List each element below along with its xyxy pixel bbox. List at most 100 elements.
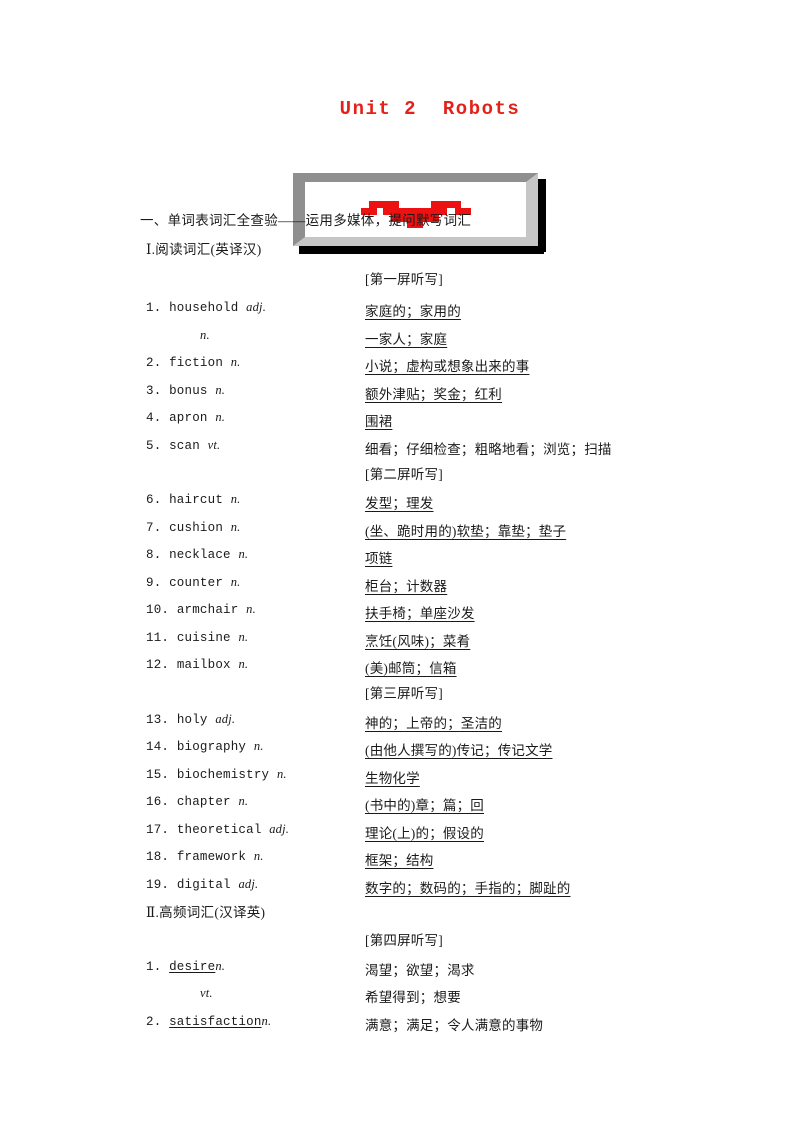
entry-word: necklace: [169, 548, 231, 562]
entry-word: haircut: [169, 493, 224, 507]
entry-meaning: (由他人撰写的)传记；传记文学: [365, 743, 553, 758]
entry-number: 9.: [146, 576, 170, 590]
entry-word: counter: [169, 576, 224, 590]
screen-label-4: [第四屏听写]: [365, 933, 443, 948]
entry-meaning: 围裙: [365, 414, 393, 429]
entry-part-of-speech: n.: [238, 547, 249, 561]
entry-part-of-speech: n.: [200, 328, 210, 342]
entry-word: digital: [176, 878, 231, 892]
entry-number: 11.: [146, 631, 177, 645]
document-page: Unit 2 Robots 一、单词表词汇全查验——运用多媒体，提问默写词汇 Ⅰ…: [0, 0, 800, 1132]
entry-meaning: 生物化学: [365, 771, 420, 786]
entry-part-of-speech: n.: [238, 630, 249, 644]
entry-number: 6.: [146, 493, 170, 507]
entry-number: 19.: [146, 878, 177, 892]
entry-part-of-speech: n.: [246, 602, 256, 616]
entry-meaning: 扶手椅；单座沙发: [365, 606, 475, 621]
entry-part-of-speech: adj.: [238, 877, 259, 891]
entry-part-of-speech: n.: [230, 575, 241, 589]
vocabulary-entry-row: 3. bonus n. 额外津贴；奖金；红利: [0, 383, 800, 403]
vocabulary-entry-row: 11. cuisine n. 烹饪(风味)；菜肴: [0, 630, 800, 650]
vocabulary-entry-row: 1. desiren. 渴望；欲望；渴求: [0, 959, 800, 979]
entry-word: fiction: [169, 356, 224, 370]
entry-word: satisfaction: [169, 1015, 262, 1029]
entry-number: 7.: [146, 521, 170, 535]
entry-number: 5.: [146, 439, 170, 453]
entry-part-of-speech: n.: [230, 355, 241, 369]
entry-word: cushion: [169, 521, 224, 535]
entry-part-of-speech: n.: [253, 739, 264, 753]
entry-part-of-speech: adj.: [246, 300, 267, 314]
entry-number: 2.: [146, 1015, 170, 1029]
entry-word: chapter: [176, 795, 231, 809]
entry-term: 13. holy adj.: [146, 712, 235, 727]
vocabulary-entry-row: 9. counter n. 柜台；计数器: [0, 575, 800, 595]
entry-number: 1.: [146, 960, 170, 974]
vocabulary-entry-row: 16. chapter n. (书中的)章；篇；回: [0, 794, 800, 814]
entry-part-of-speech: adj.: [215, 712, 236, 726]
vocabulary-entry-row: 2. fiction n. 小说；虚构或想象出来的事: [0, 355, 800, 375]
entry-meaning: 渴望；欲望；渴求: [365, 963, 475, 978]
entry-meaning: 理论(上)的；假设的: [365, 826, 484, 841]
entry-term: 18. framework n.: [146, 849, 264, 864]
entry-term: 1. desiren.: [146, 959, 225, 974]
vocabulary-entry-row: 10. armchair n. 扶手椅；单座沙发: [0, 602, 800, 622]
entry-meaning: (书中的)章；篇；回: [365, 798, 484, 813]
entry-meaning: 数字的；数码的；手指的；脚趾的: [365, 881, 571, 896]
entry-meaning: 一家人；家庭: [365, 332, 448, 347]
entry-number: 14.: [146, 740, 177, 754]
entry-part-of-speech: n.: [238, 657, 249, 671]
vocabulary-entry-row: 13. holy adj. 神的；上帝的；圣洁的: [0, 712, 800, 732]
entry-part-of-speech: n.: [276, 767, 287, 781]
entry-number: 13.: [146, 713, 177, 727]
entry-number: 12.: [146, 658, 177, 672]
vocabulary-entry-row: 5. scan vt. 细看；仔细检查；粗略地看；浏览；扫描: [0, 438, 800, 458]
entry-term: vt.: [200, 986, 213, 1001]
entry-number: 2.: [146, 356, 170, 370]
entry-term: 1. household adj.: [146, 300, 266, 315]
vocabulary-entry-row: vt. 希望得到；想要: [0, 986, 800, 1006]
vocabulary-entry-row: 1. household adj. 家庭的；家用的: [0, 300, 800, 320]
entry-term: 8. necklace n.: [146, 547, 248, 562]
vocabulary-entry-row: 7. cushion n. (坐、跪时用的)软垫；靠垫；垫子: [0, 520, 800, 540]
entry-part-of-speech: n.: [261, 1014, 272, 1028]
entry-meaning: 烹饪(风味)；菜肴: [365, 634, 471, 649]
entry-part-of-speech: n.: [215, 383, 226, 397]
entry-term: 2. fiction n.: [146, 355, 241, 370]
entry-term: 16. chapter n.: [146, 794, 248, 809]
entry-meaning: (坐、跪时用的)软垫；靠垫；垫子: [365, 524, 567, 539]
entry-number: 3.: [146, 384, 170, 398]
entry-meaning: 柜台；计数器: [365, 579, 448, 594]
entry-word: desire: [169, 960, 216, 974]
entry-term: 4. apron n.: [146, 410, 225, 425]
entry-number: 10.: [146, 603, 177, 617]
heading-section-1: Ⅰ.阅读词汇(英译汉): [146, 242, 262, 257]
entry-number: 1.: [146, 301, 170, 315]
entry-word: biography: [176, 740, 247, 754]
entry-part-of-speech: n.: [230, 492, 241, 506]
entry-term: 11. cuisine n.: [146, 630, 248, 645]
entry-number: 15.: [146, 768, 177, 782]
entry-word: holy: [176, 713, 208, 727]
entry-part-of-speech: adj.: [269, 822, 290, 836]
vocabulary-entry-row: 14. biography n. (由他人撰写的)传记；传记文学: [0, 739, 800, 759]
entry-meaning: (美)邮筒；信箱: [365, 661, 457, 676]
entry-term: n.: [200, 328, 210, 343]
entry-meaning: 满意；满足；令人满意的事物: [365, 1018, 544, 1033]
entry-word: framework: [176, 850, 247, 864]
entry-part-of-speech: n.: [215, 410, 226, 424]
entry-part-of-speech: n.: [253, 849, 264, 863]
heading-main: 一、单词表词汇全查验——运用多媒体，提问默写词汇: [140, 213, 472, 228]
entry-meaning: 发型；理发: [365, 496, 434, 511]
heading-section-2: Ⅱ.高频词汇(汉译英): [146, 905, 266, 920]
entry-part-of-speech: vt.: [200, 986, 213, 1000]
entry-term: 5. scan vt.: [146, 438, 220, 453]
entry-word: apron: [169, 411, 208, 425]
vocabulary-entry-row: 19. digital adj. 数字的；数码的；手指的；脚趾的: [0, 877, 800, 897]
entry-word: household: [169, 301, 239, 315]
entry-number: 8.: [146, 548, 170, 562]
vocabulary-entry-row: 15. biochemistry n. 生物化学: [0, 767, 800, 787]
vocabulary-entry-row: 17. theoretical adj. 理论(上)的；假设的: [0, 822, 800, 842]
entry-term: 15. biochemistry n.: [146, 767, 287, 782]
entry-term: 19. digital adj.: [146, 877, 258, 892]
